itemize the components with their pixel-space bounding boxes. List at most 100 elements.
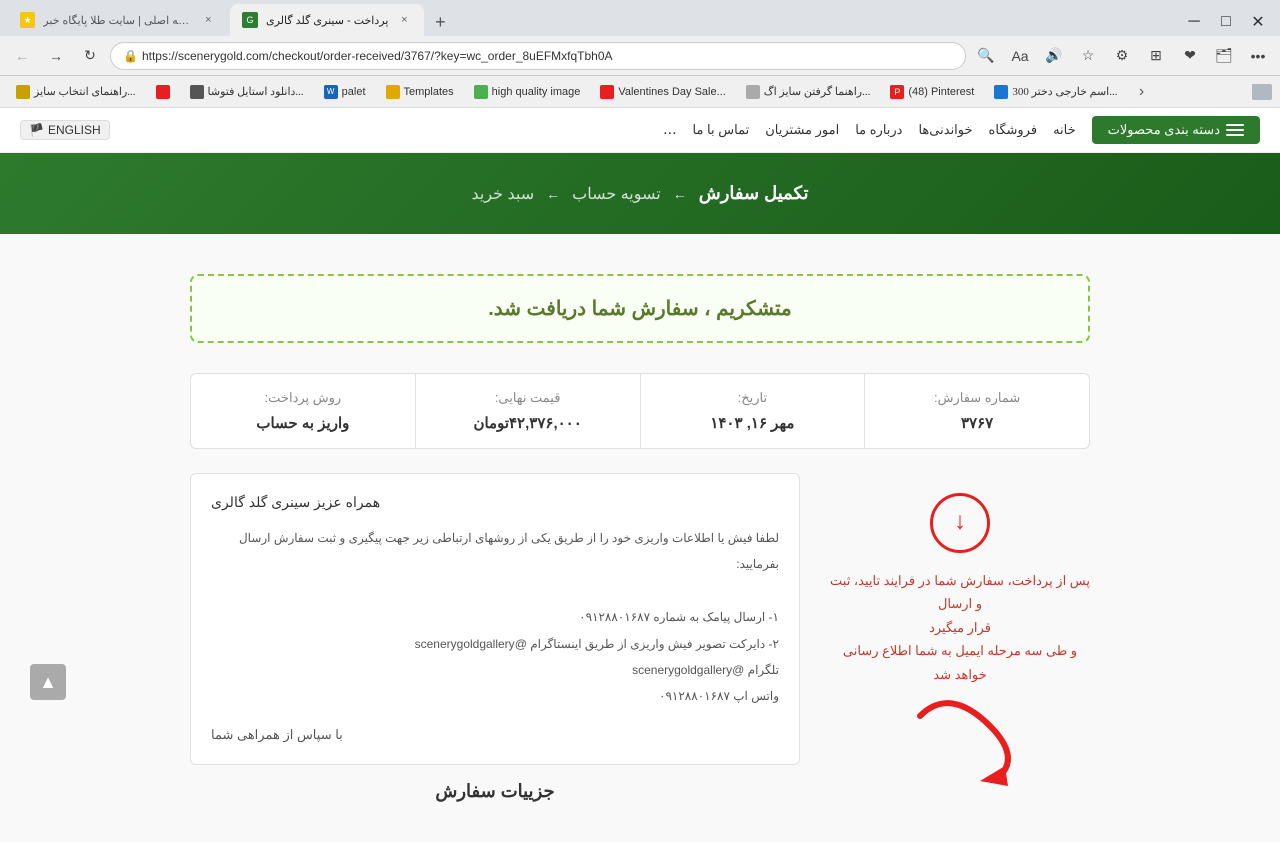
nav-customers[interactable]: امور مشتریان — [765, 122, 839, 138]
tab-2[interactable]: G پرداخت - سینری گلد گالری × — [230, 4, 424, 36]
breadcrumb-trail: تکمیل سفارش ← تسویه حساب ← سبد خرید — [20, 183, 1260, 204]
tab-bar: ★ صفحه اصلی | سایت طلا پایگاه خبر × G پر… — [0, 0, 1280, 36]
bookmark-size-guide-label: راهنما گرفتن سایز اگ... — [764, 85, 871, 98]
nav-home[interactable]: خانه — [1053, 122, 1076, 138]
bookmark-palet[interactable]: W palet — [316, 83, 374, 101]
browser-favorites-icon[interactable]: ❤ — [1176, 42, 1204, 70]
category-menu-button[interactable]: دسته بندی محصولات — [1092, 116, 1260, 144]
curved-arrow-decoration — [890, 696, 1030, 791]
nav-about[interactable]: درباره ما — [855, 122, 902, 138]
breadcrumb-arrow-2: ← — [546, 186, 560, 202]
bookmark-names-label: 300 اسم خارجی دختر... — [1012, 85, 1117, 98]
contact-greeting: همراه عزیز سینری گلد گالری — [211, 494, 779, 511]
order-total-value: ۴۲,۳۷۶,۰۰۰تومان — [436, 414, 620, 432]
bookmark-3-label: دانلود استایل فتوشا... — [208, 85, 304, 98]
breadcrumb-current: تکمیل سفارش — [699, 183, 809, 204]
arrow-illustration: ↑ پس از پرداخت، سفارش شما در فرایند تایی… — [830, 493, 1090, 791]
contact-item-1: ۱- ارسال پیامک به شماره ۰۹۱۲۸۸۰۱۶۸۷ — [211, 604, 779, 630]
address-bar[interactable]: 🔒 — [110, 42, 966, 70]
scroll-top-icon: ▲ — [39, 672, 57, 693]
bookmark-templates[interactable]: Templates — [378, 83, 462, 101]
back-button[interactable]: ← — [8, 42, 36, 70]
language-switcher[interactable]: ENGLISH 🏴 — [20, 120, 110, 140]
breadcrumb-link-2[interactable]: تسویه حساب — [572, 184, 661, 204]
bookmarks-bar: راهنمای انتخاب سایز... دانلود استایل فتو… — [0, 76, 1280, 108]
bookmark-templates-label: Templates — [404, 86, 454, 98]
bookmark-pinterest-label: (48) Pinterest — [908, 86, 974, 98]
main-content: متشکریم ، سفارش شما دریافت شد. شماره سفا… — [0, 234, 1280, 842]
search-icon-btn[interactable]: 🔍 — [972, 42, 1000, 70]
lower-section: ↑ پس از پرداخت، سفارش شما در فرایند تایی… — [190, 473, 1090, 802]
split-view-icon[interactable]: ⊞ — [1142, 42, 1170, 70]
tab-1-close[interactable]: × — [201, 12, 216, 28]
breadcrumb-section: تکمیل سفارش ← تسویه حساب ← سبد خرید — [0, 153, 1280, 234]
scroll-to-top-button[interactable]: ▲ — [30, 664, 66, 700]
nav-reading[interactable]: خواندنی‌ها — [918, 122, 972, 138]
lock-icon: 🔒 — [123, 49, 138, 63]
minimize-button[interactable]: ─ — [1180, 8, 1208, 36]
bookmark-2[interactable] — [148, 83, 178, 101]
page-content: دسته بندی محصولات خانه فروشگاه خواندنی‌ه… — [0, 108, 1280, 842]
contact-item-2: ۲- دایرکت تصویر فیش واریزی از طریق اینست… — [211, 631, 779, 657]
bookmark-pinterest[interactable]: P (48) Pinterest — [882, 83, 982, 101]
order-number-value: ۳۷۶۷ — [885, 414, 1069, 432]
more-options-icon[interactable]: ••• — [1244, 42, 1272, 70]
tab-1-label: صفحه اصلی | سایت طلا پایگاه خبر — [43, 14, 193, 27]
bookmark-folder[interactable] — [1252, 84, 1272, 100]
thankyou-text: متشکریم ، سفارش شما دریافت شد. — [222, 296, 1058, 321]
tab-1[interactable]: ★ صفحه اصلی | سایت طلا پایگاه خبر × — [8, 4, 228, 36]
new-tab-button[interactable]: + — [426, 8, 454, 36]
thankyou-box: متشکریم ، سفارش شما دریافت شد. — [190, 274, 1090, 343]
read-aloud-icon[interactable]: 🔊 — [1040, 42, 1068, 70]
site-header: دسته بندی محصولات خانه فروشگاه خواندنی‌ه… — [0, 108, 1280, 153]
right-side: همراه عزیز سینری گلد گالری لطفا فیش یا ا… — [190, 473, 800, 802]
order-total-label: قیمت نهایی: — [436, 390, 620, 406]
url-input[interactable] — [142, 49, 953, 63]
contact-item-4: واتس اپ ۰۹۱۲۸۸۰۱۶۸۷ — [211, 683, 779, 709]
flag-icon: 🏴 — [29, 123, 44, 137]
order-date-label: تاریخ: — [661, 390, 845, 406]
bookmark-palet-label: palet — [342, 86, 366, 98]
order-details-title: جزییات سفارش — [190, 781, 800, 802]
step-line-3: و طی سه مرحله ایمیل به شما اطلاع رسانی خ… — [830, 639, 1090, 686]
order-container: متشکریم ، سفارش شما دریافت شد. شماره سفا… — [190, 274, 1090, 802]
settings-icon[interactable]: ⚙ — [1108, 42, 1136, 70]
address-bar-row: ← → ↻ 🔒 🔍 Aa 🔊 ☆ ⚙ ⊞ ❤ 🗂 ••• — [0, 36, 1280, 76]
bookmark-hq-label: high quality image — [492, 86, 581, 98]
circle-arrow-icon: ↑ — [930, 493, 990, 553]
refresh-button[interactable]: ↻ — [76, 42, 104, 70]
contact-intro: لطفا فیش یا اطلاعات واریزی خود را از طری… — [211, 525, 779, 578]
bookmark-valentines-label: Valentines Day Sale... — [618, 86, 725, 98]
nav-more-button[interactable]: ... — [663, 121, 676, 139]
favorites-icon[interactable]: ☆ — [1074, 42, 1102, 70]
step-line-2: قرار میگیرد — [830, 616, 1090, 639]
nav-contact[interactable]: تماس با ما — [693, 122, 750, 138]
hamburger-icon — [1226, 124, 1244, 136]
bookmark-names[interactable]: 300 اسم خارجی دختر... — [986, 83, 1125, 101]
breadcrumb-link-1[interactable]: سبد خرید — [472, 184, 535, 204]
bookmark-1[interactable]: راهنمای انتخاب سایز... — [8, 83, 144, 101]
bookmark-valentines[interactable]: Valentines Day Sale... — [592, 83, 733, 101]
tab-2-close[interactable]: × — [396, 12, 412, 28]
bookmark-hq-image[interactable]: high quality image — [466, 83, 589, 101]
close-button[interactable]: ✕ — [1244, 8, 1272, 36]
order-total-cell: قیمت نهایی: ۴۲,۳۷۶,۰۰۰تومان — [415, 374, 640, 448]
maximize-button[interactable]: □ — [1212, 8, 1240, 36]
breadcrumb-arrow-1: ← — [673, 186, 687, 202]
contact-body: لطفا فیش یا اطلاعات واریزی خود را از طری… — [211, 525, 779, 710]
order-number-cell: شماره سفارش: ۳۷۶۷ — [864, 374, 1089, 448]
bookmark-more-button[interactable]: › — [1129, 80, 1153, 104]
collections-icon[interactable]: 🗂 — [1210, 42, 1238, 70]
contact-item-3: تلگرام @scenerygoldgallery — [211, 657, 779, 683]
left-side: ↑ پس از پرداخت، سفارش شما در فرایند تایی… — [830, 473, 1090, 802]
nav-store[interactable]: فروشگاه — [989, 122, 1038, 138]
steps-text: پس از پرداخت، سفارش شما در فرایند تایید،… — [830, 569, 1090, 686]
bookmark-size-guide[interactable]: راهنما گرفتن سایز اگ... — [738, 83, 879, 101]
order-date-cell: تاریخ: مهر ۱۶, ۱۴۰۳ — [640, 374, 865, 448]
order-payment-value: واریز به حساب — [211, 414, 395, 432]
bookmark-1-label: راهنمای انتخاب سایز... — [34, 85, 136, 98]
translate-icon[interactable]: Aa — [1006, 42, 1034, 70]
bookmark-3[interactable]: دانلود استایل فتوشا... — [182, 83, 312, 101]
forward-button[interactable]: → — [42, 42, 70, 70]
contact-box: همراه عزیز سینری گلد گالری لطفا فیش یا ا… — [190, 473, 800, 765]
